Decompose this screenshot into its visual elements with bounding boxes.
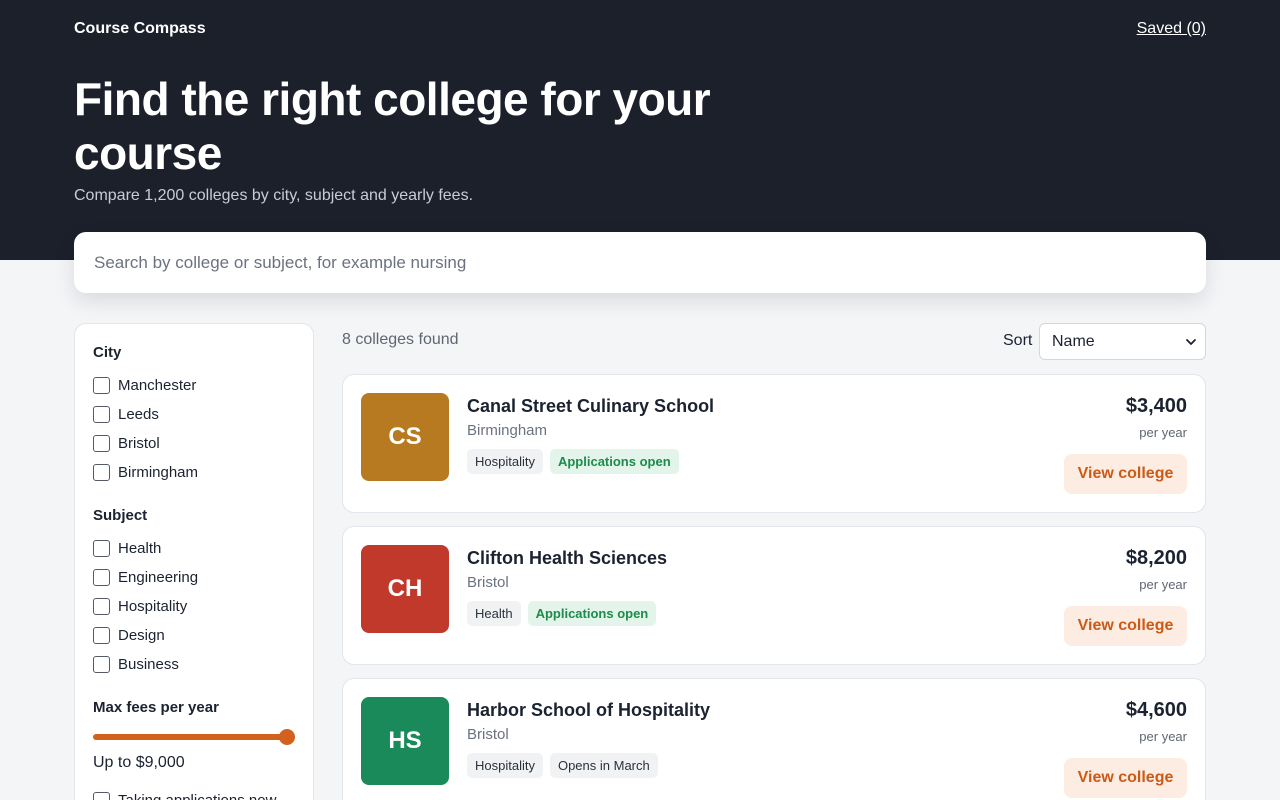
city-option-bristol[interactable]: Bristol xyxy=(93,429,295,458)
sort-select[interactable]: Name xyxy=(1039,323,1206,360)
page-title: Find the right college for your course xyxy=(74,73,711,179)
checkbox[interactable] xyxy=(93,540,110,557)
college-city: Bristol xyxy=(467,574,509,591)
checkbox[interactable] xyxy=(93,464,110,481)
checkbox[interactable] xyxy=(93,435,110,452)
college-logo: HS xyxy=(361,697,449,785)
college-price: $4,600 xyxy=(1125,699,1187,721)
checkbox[interactable] xyxy=(93,598,110,615)
price-period: per year xyxy=(1139,425,1187,440)
college-city: Bristol xyxy=(467,726,509,743)
college-name[interactable]: Canal Street Culinary School xyxy=(467,396,714,417)
option-label: Health xyxy=(118,540,162,557)
subject-filter: Subject Health Engineering Hospitality D… xyxy=(93,507,295,679)
city-option-manchester[interactable]: Manchester xyxy=(93,371,295,400)
city-filter: City Manchester Leeds Bristol Birmingham xyxy=(93,344,295,487)
college-list: CS Canal Street Culinary School Birmingh… xyxy=(342,374,1206,800)
option-label: Design xyxy=(118,627,165,644)
college-logo: CH xyxy=(361,545,449,633)
view-college-button[interactable]: View college xyxy=(1064,758,1187,798)
college-price: $8,200 xyxy=(1125,547,1187,569)
subject-option-health[interactable]: Health xyxy=(93,534,295,563)
filters-sidebar: City Manchester Leeds Bristol Birmingham… xyxy=(74,323,314,800)
applications-now-option[interactable]: Taking applications now xyxy=(93,786,295,800)
chevron-down-icon xyxy=(1186,338,1196,345)
city-option-birmingham[interactable]: Birmingham xyxy=(93,458,295,487)
view-college-button[interactable]: View college xyxy=(1064,606,1187,646)
max-fees-slider[interactable] xyxy=(93,726,295,748)
option-label: Leeds xyxy=(118,406,159,423)
subject-tag: Health xyxy=(467,601,521,626)
slider-fill xyxy=(93,734,291,740)
results-count: 8 colleges found xyxy=(342,331,459,348)
checkbox[interactable] xyxy=(93,377,110,394)
city-filter-heading: City xyxy=(93,344,122,361)
hero-header: Course Compass Saved (0) Find the right … xyxy=(0,0,1280,260)
subject-tag: Hospitality xyxy=(467,753,543,778)
college-card: CH Clifton Health Sciences Bristol Healt… xyxy=(342,526,1206,665)
option-label: Hospitality xyxy=(118,598,188,615)
college-card: CS Canal Street Culinary School Birmingh… xyxy=(342,374,1206,513)
college-city: Birmingham xyxy=(467,422,548,439)
city-option-leeds[interactable]: Leeds xyxy=(93,400,295,429)
subject-option-engineering[interactable]: Engineering xyxy=(93,563,295,592)
subject-option-business[interactable]: Business xyxy=(93,650,295,679)
college-tags: Hospitality Opens in March xyxy=(467,753,658,778)
fees-filter-heading: Max fees per year xyxy=(93,699,219,716)
checkbox[interactable] xyxy=(93,656,110,673)
status-badge: Opens in March xyxy=(549,753,658,778)
subject-tag: Hospitality xyxy=(467,449,543,474)
checkbox[interactable] xyxy=(93,792,110,800)
college-name[interactable]: Clifton Health Sciences xyxy=(467,548,667,569)
option-label: Birmingham xyxy=(118,464,199,481)
saved-link[interactable]: Saved (0) xyxy=(1137,20,1206,38)
subject-filter-heading: Subject xyxy=(93,507,148,524)
college-card: HS Harbor School of Hospitality Bristol … xyxy=(342,678,1206,800)
slider-thumb[interactable] xyxy=(279,729,295,745)
fees-filter: Max fees per year Up to $9,000 Taking ap… xyxy=(93,699,295,800)
page-subtitle: Compare 1,200 colleges by city, subject … xyxy=(74,187,474,204)
college-tags: Hospitality Applications open xyxy=(467,449,679,474)
subject-option-hospitality[interactable]: Hospitality xyxy=(93,592,295,621)
view-college-button[interactable]: View college xyxy=(1064,454,1187,494)
college-tags: Health Applications open xyxy=(467,601,657,626)
subject-option-design[interactable]: Design xyxy=(93,621,295,650)
sort-value: Name xyxy=(1052,332,1095,350)
college-price: $3,400 xyxy=(1125,395,1187,417)
option-label: Engineering xyxy=(118,569,199,586)
option-label: Business xyxy=(118,656,179,673)
option-label: Manchester xyxy=(118,377,197,394)
checkbox[interactable] xyxy=(93,569,110,586)
checkbox[interactable] xyxy=(93,406,110,423)
status-badge: Applications open xyxy=(549,449,679,474)
price-period: per year xyxy=(1139,577,1187,592)
sort-label: Sort xyxy=(1003,332,1033,349)
status-badge: Applications open xyxy=(527,601,657,626)
price-period: per year xyxy=(1139,729,1187,744)
college-name[interactable]: Harbor School of Hospitality xyxy=(467,700,710,721)
checkbox[interactable] xyxy=(93,627,110,644)
option-label: Bristol xyxy=(118,435,160,452)
brand-logo-text[interactable]: Course Compass xyxy=(74,20,206,38)
college-logo: CS xyxy=(361,393,449,481)
search-input[interactable] xyxy=(74,232,1206,293)
option-label: Taking applications now xyxy=(118,792,276,800)
fees-value: Up to $9,000 xyxy=(93,754,185,771)
